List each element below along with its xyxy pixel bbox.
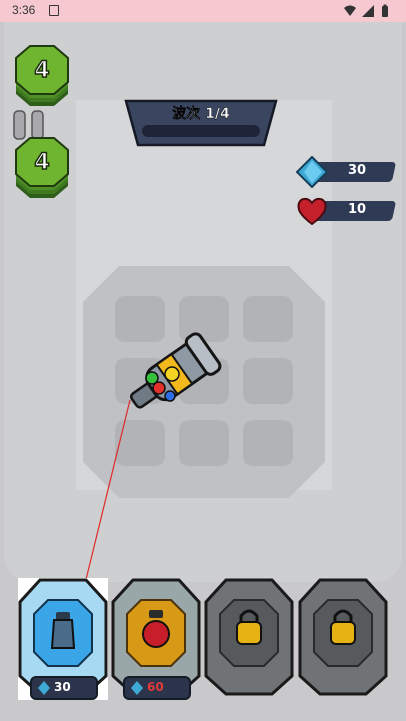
tower-card-bomb[interactable]: 30 [18,578,108,700]
yellow-gem-icon [164,366,180,382]
red-gem-icon [152,381,166,395]
card-frame [204,578,294,696]
cost-value: 60 [147,680,164,694]
wave-label: 波次 1/4 [172,106,230,122]
app-notification-icon [49,5,59,16]
gem-value: 30 [347,163,367,178]
tower-card-locked-2[interactable] [298,578,388,700]
grid-slot [115,420,165,466]
grid-slot [243,420,293,466]
cost-badge: 30 [30,676,98,700]
wave-banner: 波次 1/4 [124,99,278,147]
wave-progress-track [142,125,260,137]
battery-icon [382,6,388,17]
status-time: 3:36 [12,3,36,17]
diamond-icon [38,681,50,695]
system-status-icons [344,4,388,17]
wifi-icon [344,5,356,16]
signal-icon [362,5,374,17]
heart-icon [297,197,327,226]
level-badge-value: 4 [34,149,51,176]
level-badge-value: 4 [34,57,51,84]
card-frame [298,578,388,696]
diamond-icon [131,681,143,695]
grid-slot [179,420,229,466]
lives-counter: 10 [296,195,398,227]
diamond-icon [296,156,329,188]
gem-counter: 30 [296,156,398,188]
grid-slot [243,296,293,342]
level-badge-1[interactable]: 4 [14,44,70,106]
tower-card-locked-1[interactable] [204,578,294,700]
cannon-turret[interactable] [120,330,230,420]
blue-gem-icon [164,390,176,402]
lives-value: 10 [347,202,367,217]
grid-slot [243,358,293,404]
cost-value: 30 [54,680,71,694]
tower-card-fire[interactable]: 60 [111,578,201,700]
status-bar: 3:36 [0,0,406,22]
cost-badge: 60 [123,676,191,700]
level-badge-2[interactable]: 4 [14,136,70,198]
